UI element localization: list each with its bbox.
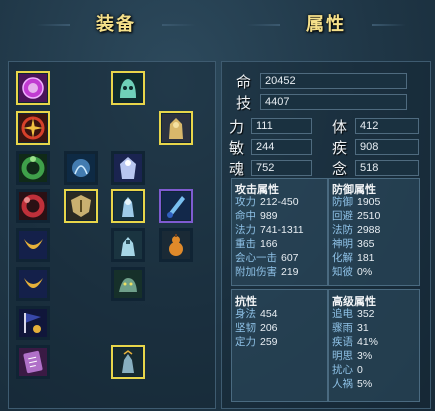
equip-slot-talisman[interactable] xyxy=(16,345,50,379)
attack-row: 攻力 212-450 xyxy=(235,196,299,208)
attack-row: 重击 166 xyxy=(235,238,278,250)
equip-slot-bracer-2[interactable] xyxy=(16,267,50,301)
character-window: 装备 属性 命 20452 技 4407 力 111 敏 244 魂 752 体… xyxy=(0,0,435,411)
attributes-panel: 命 20452 技 4407 力 111 敏 244 魂 752 体 412 疾… xyxy=(221,61,431,409)
equip-slot-warrior[interactable] xyxy=(111,228,145,262)
equip-slot-ring-1[interactable] xyxy=(16,151,50,185)
attack-row: 命中 989 xyxy=(235,210,278,222)
ghost-robe-icon xyxy=(114,154,142,182)
rune-amulet-icon xyxy=(19,74,47,102)
equip-slot-amulet[interactable] xyxy=(16,71,50,105)
speed-value: 908 xyxy=(355,139,419,155)
equip-slot-shield[interactable] xyxy=(64,189,98,223)
mp-label: 技 xyxy=(236,94,252,112)
ghost-helm-icon xyxy=(114,74,142,102)
strength-value: 111 xyxy=(251,118,312,134)
flag-icon xyxy=(19,309,47,337)
strength-label: 力 xyxy=(229,118,245,136)
red-ring-icon xyxy=(19,192,47,220)
spirit-knight-icon xyxy=(114,192,142,220)
shadow-sage-icon xyxy=(114,348,142,376)
green-ring-icon xyxy=(19,154,47,182)
jade-beast-icon xyxy=(114,270,142,298)
equipment-title: 装备 xyxy=(36,10,196,40)
attack-row: 会心一击 607 xyxy=(235,252,299,264)
defense-row: 知彼 0% xyxy=(332,266,373,278)
resistance-title: 抗性 xyxy=(235,296,257,308)
defense-attributes-panel: 防御属性 防御 1905 回避 2510 法防 2988 神明 365 化解 181 知彼… xyxy=(328,178,420,286)
mind-label: 念 xyxy=(332,160,348,178)
mp-value: 4407 xyxy=(260,94,407,110)
equip-slot-knight[interactable] xyxy=(111,189,145,223)
equip-slot-ring-2[interactable] xyxy=(16,189,50,223)
attack-row: 法力 741-1311 xyxy=(235,224,304,236)
constitution-label: 体 xyxy=(332,118,348,136)
bone-shield-icon xyxy=(67,192,95,220)
equip-slot-blade[interactable] xyxy=(159,189,193,223)
ice-blade-icon xyxy=(162,192,190,220)
attack-attributes-panel: 攻击属性 攻力 212-450 命中 989 法力 741-1311 重击 166 会心… xyxy=(231,178,328,286)
defense-row: 化解 181 xyxy=(332,252,375,264)
defense-row: 神明 365 xyxy=(332,238,375,250)
constitution-value: 412 xyxy=(355,118,419,134)
equip-slot-bracer-1[interactable] xyxy=(16,228,50,262)
equip-slot-robe[interactable] xyxy=(111,151,145,185)
equip-slot-armor[interactable] xyxy=(159,111,193,145)
attack-title: 攻击属性 xyxy=(235,184,279,196)
equip-slot-charm[interactable] xyxy=(16,111,50,145)
resistance-row: 坚韧 206 xyxy=(235,322,278,334)
resistance-panel: 抗性 身法 454 坚韧 206 定力 259 xyxy=(231,289,328,402)
soul-value: 752 xyxy=(251,160,312,176)
advanced-row: 扰心 0 xyxy=(332,364,363,376)
resistance-row: 身法 454 xyxy=(235,308,278,320)
equip-slot-flag[interactable] xyxy=(16,306,50,340)
equip-slot-orb[interactable] xyxy=(64,151,98,185)
equipment-panel xyxy=(8,61,216,409)
crescent-icon xyxy=(19,270,47,298)
equip-slot-sage[interactable] xyxy=(111,345,145,379)
defense-row: 回避 2510 xyxy=(332,210,381,222)
speed-label: 疾 xyxy=(332,139,348,157)
equip-slot-beast[interactable] xyxy=(111,267,145,301)
resistance-row: 定力 259 xyxy=(235,336,278,348)
equip-slot-gourd[interactable] xyxy=(159,228,193,262)
agility-label: 敏 xyxy=(229,139,245,157)
compass-charm-icon xyxy=(19,114,47,142)
golden-armor-icon xyxy=(162,114,190,142)
soul-label: 魂 xyxy=(229,160,245,178)
hp-value: 20452 xyxy=(260,73,407,89)
advanced-title: 高级属性 xyxy=(332,296,376,308)
defense-row: 防御 1905 xyxy=(332,196,381,208)
advanced-row: 人祸 5% xyxy=(332,378,373,390)
defense-title: 防御属性 xyxy=(332,184,376,196)
talisman-icon xyxy=(19,348,47,376)
attack-row: 附加伤害 219 xyxy=(235,266,299,278)
advanced-attributes-panel: 高级属性 追电 352 骤雨 31 疾语 41% 明思 3% 扰心 0 人祸 5% xyxy=(328,289,420,402)
attributes-title: 属性 xyxy=(246,10,406,40)
spirit-orb-icon xyxy=(67,154,95,182)
equip-slot-helm[interactable] xyxy=(111,71,145,105)
defense-row: 法防 2988 xyxy=(332,224,381,236)
advanced-row: 骤雨 31 xyxy=(332,322,369,334)
mind-value: 518 xyxy=(355,160,419,176)
advanced-row: 追电 352 xyxy=(332,308,375,320)
ice-warrior-icon xyxy=(114,231,142,259)
agility-value: 244 xyxy=(251,139,312,155)
hp-label: 命 xyxy=(236,73,252,91)
crescent-icon xyxy=(19,231,47,259)
advanced-row: 明思 3% xyxy=(332,350,373,362)
gourd-icon xyxy=(162,231,190,259)
advanced-row: 疾语 41% xyxy=(332,336,379,348)
